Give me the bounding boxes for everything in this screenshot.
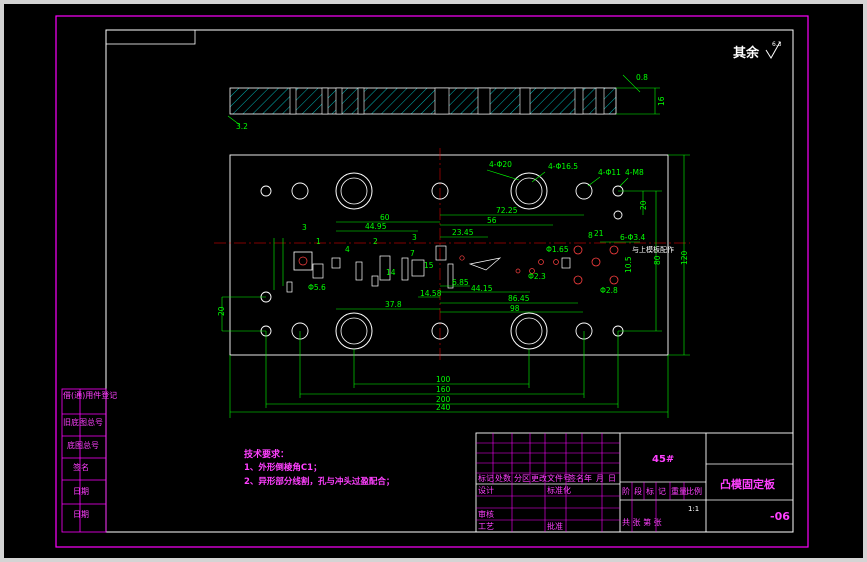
stage-h-0: 阶 [622, 486, 630, 496]
th-6: 月 [596, 474, 604, 483]
dim-h-4: 23.45 [452, 228, 474, 237]
strip-label-1: 旧底图总号 [63, 417, 103, 427]
dim-h-8: 44.15 [471, 284, 493, 293]
dim-h-10: 98 [510, 304, 520, 313]
dim-h-12: 160 [436, 385, 451, 394]
dim-s-6: 15 [424, 261, 434, 270]
dim-s-5: 3 [412, 233, 417, 242]
stage-h-5: 比例 [686, 486, 702, 496]
dim-v-4: 8 [588, 231, 593, 240]
dim-note: 与上模板配作 [632, 245, 674, 254]
dim-h-11: 100 [436, 375, 451, 384]
dim-h-3: 56 [487, 216, 497, 225]
dim-hole-1: 4-Φ16.5 [548, 162, 578, 171]
dim-hole-7: Φ1.65 [546, 245, 569, 254]
tb-left-2: 审核 [478, 509, 494, 519]
strip-label-0: 借(通)用件登记 [63, 390, 117, 400]
tech-title: 技术要求： [244, 448, 289, 460]
dim-hole-6: Φ2.3 [528, 272, 546, 281]
dim-h-1: 44.95 [365, 222, 387, 231]
dim-h-14: 240 [436, 403, 451, 412]
scale: 1:1 [688, 505, 699, 513]
side-height: 16 [657, 96, 666, 106]
dim-s-0: 3 [302, 223, 307, 232]
dim-s-4: 2 [373, 237, 378, 246]
dim-h-9: 86.45 [508, 294, 530, 303]
tb-mid-0: 标准化 [547, 485, 571, 495]
tb-left-3: 工艺 [478, 522, 494, 531]
th-1: 处数 [495, 473, 511, 483]
drawing-number: -06 [770, 510, 790, 523]
cad-canvas[interactable]: 借(通)用件登记 旧底图总号 底图总号 签名 日期 日期 其余 6.3 3.2 … [0, 0, 867, 562]
surface-finish-value: 6.3 [772, 41, 782, 48]
dim-s-2: 4 [345, 245, 350, 254]
dim-s-7: 7 [410, 249, 415, 258]
dim-v-0: 20 [639, 200, 648, 210]
dim-h-2: 72.25 [496, 206, 518, 215]
dim-h-0: 60 [380, 213, 390, 222]
th-4: 签名 [568, 473, 584, 483]
dim-hole-5: Φ5.6 [308, 283, 326, 292]
side-roughness: 0.8 [636, 73, 648, 82]
strip-label-2: 底图总号 [67, 440, 99, 450]
strip-label-3: 签名 [73, 462, 89, 472]
dim-h-5: 37.8 [385, 300, 402, 309]
stage-h-1: 段 [634, 486, 642, 496]
dim-hole-0: 4-Φ20 [489, 160, 512, 169]
strip-label-5: 日期 [73, 510, 89, 519]
strip-label-4: 日期 [73, 487, 89, 496]
th-7: 日 [608, 474, 616, 483]
drawing-background [4, 4, 863, 558]
dim-v-2: 120 [680, 250, 689, 265]
dim-hole-4: 6-Φ3.4 [620, 233, 646, 242]
dim-h-7: 6.85 [452, 278, 469, 287]
dim-hole-2: 4-Φ11 [598, 168, 621, 177]
dim-hole-8: Φ2.8 [600, 286, 618, 295]
material: 45# [652, 454, 674, 465]
cad-viewer: 借(通)用件登记 旧底图总号 底图总号 签名 日期 日期 其余 6.3 3.2 … [0, 0, 867, 562]
dim-s-3: 14 [386, 268, 396, 277]
stage-h-4: 重量 [671, 486, 687, 496]
tech-item-2: 2、异形部分线割，孔与冲头过盈配合； [244, 476, 394, 487]
side-left-dim: 3.2 [236, 122, 248, 131]
dim-hole-3: 4-M8 [625, 168, 644, 177]
surface-finish-label: 其余 [733, 45, 760, 61]
th-0: 标记 [478, 473, 494, 483]
sheet: 共 张 第 张 [622, 517, 662, 527]
dim-v-1: 80 [653, 255, 662, 265]
dim-v-6: 10.5 [624, 256, 633, 273]
tb-mid-1: 批准 [547, 521, 563, 531]
dim-v-5: 21 [594, 229, 604, 238]
tech-item-1: 1、外形倒棱角C1； [244, 462, 322, 473]
th-5: 年 [584, 473, 592, 483]
part-name: 凸模固定板 [720, 477, 776, 491]
dim-s-1: 1 [316, 237, 321, 246]
dim-v-3: 20 [217, 306, 226, 316]
stage-h-3: 记 [658, 487, 666, 496]
stage-h-2: 标 [646, 486, 654, 496]
tb-left-0: 设计 [478, 485, 494, 495]
th-3: 更改文件号 [531, 473, 571, 483]
dim-h-6: 14.58 [420, 289, 442, 298]
th-2: 分区 [514, 474, 530, 483]
title-header-row: 标记 处数 分区 更改文件号 签名 年 月 日 [478, 473, 616, 483]
